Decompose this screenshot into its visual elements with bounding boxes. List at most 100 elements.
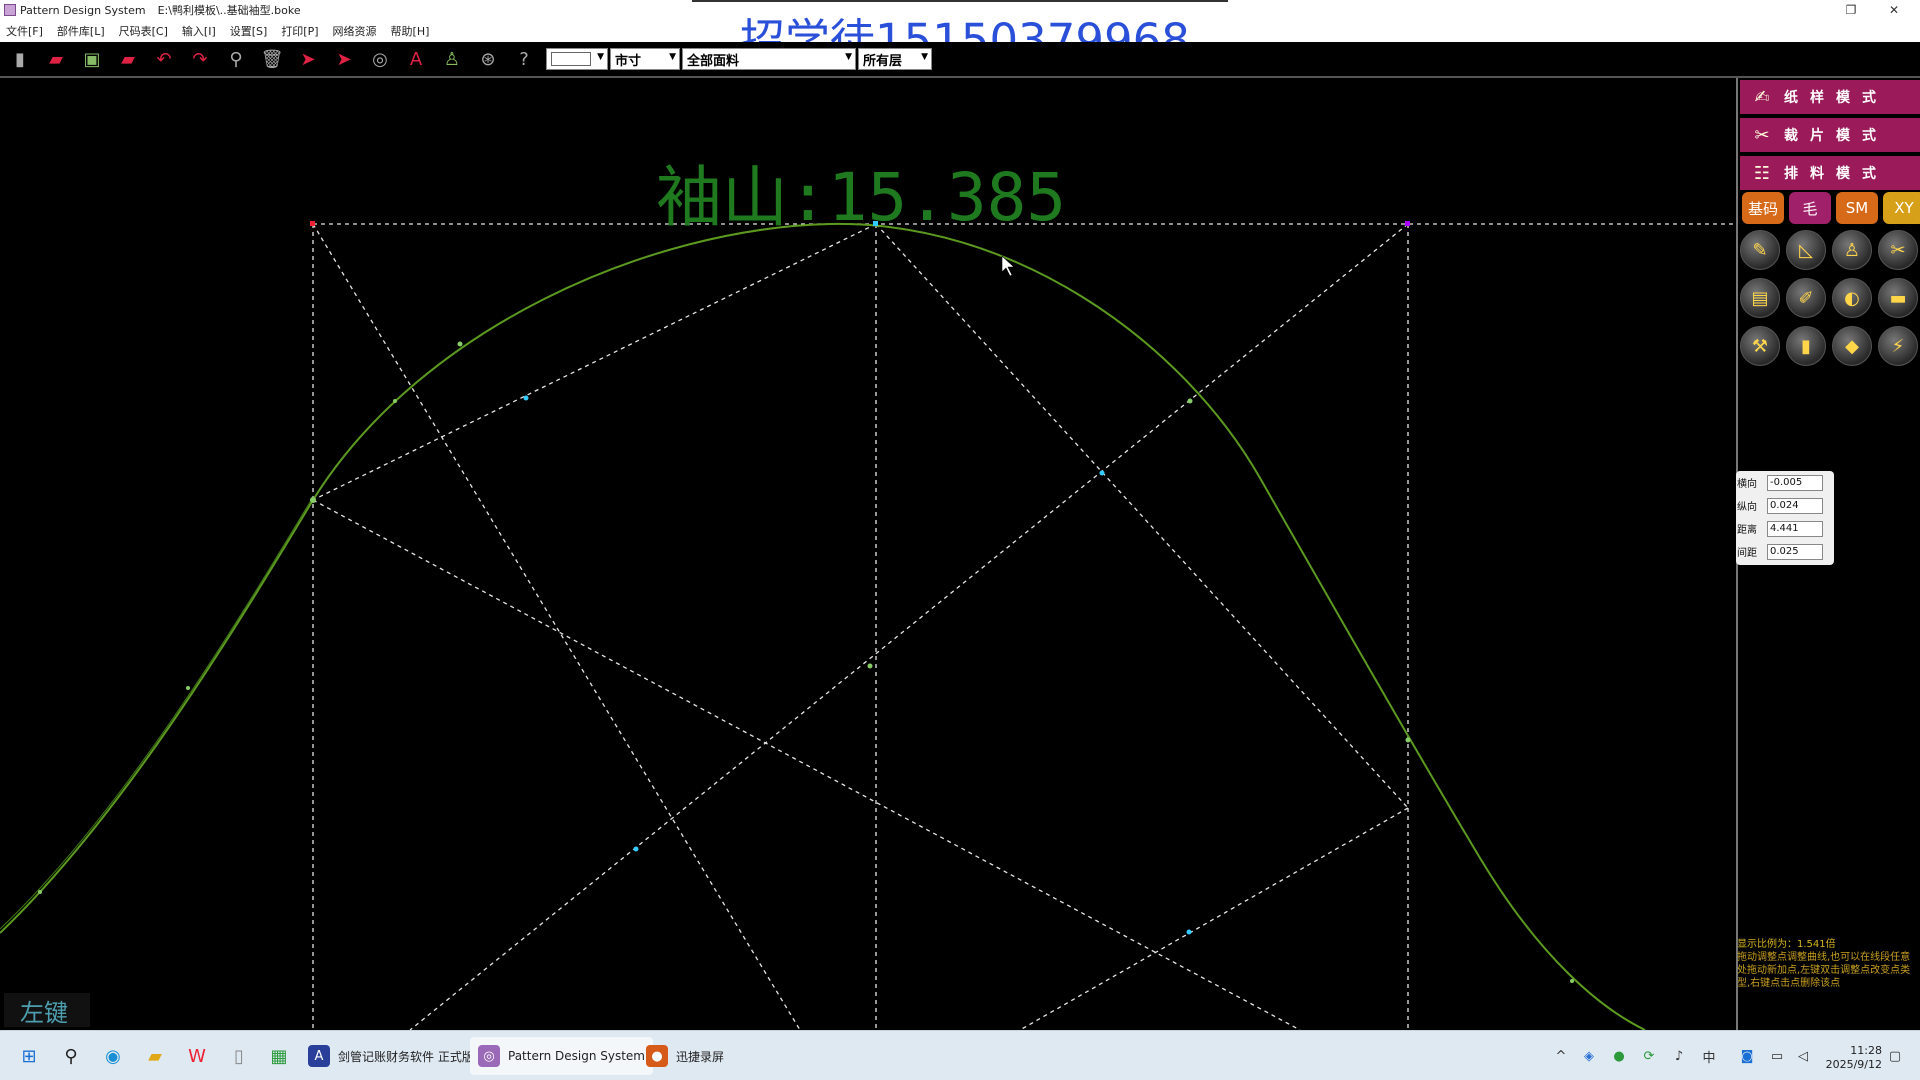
book-tool-icon[interactable]: ▤ (1740, 278, 1780, 318)
menu-input[interactable]: 输入[I] (182, 23, 216, 39)
edge-browser-icon[interactable]: ◉ (100, 1043, 126, 1069)
wps-office-icon[interactable]: W (184, 1043, 210, 1069)
brush-tool-icon[interactable]: ✐ (1786, 278, 1826, 318)
fabric-select-value: 全部面料 (687, 53, 740, 69)
control-point (867, 663, 873, 669)
menu-parts-library[interactable]: 部件库[L] (57, 23, 105, 39)
menu-network[interactable]: 网络资源 (333, 23, 377, 39)
point-arrow-icon[interactable]: ➤ (330, 45, 358, 73)
paper-pattern-mode-button[interactable]: ✍ 纸样模式 (1740, 80, 1920, 114)
spacing-input[interactable]: 0.025 (1767, 543, 1823, 560)
vertical-input[interactable]: 0.024 (1767, 497, 1823, 514)
xy-button[interactable]: XY (1883, 192, 1920, 224)
marker-mode-button[interactable]: ☷ 排料模式 (1740, 156, 1920, 190)
calculator-icon[interactable]: ▦ (266, 1043, 292, 1069)
marker-icon: ☷ (1753, 162, 1771, 184)
open-folder-icon[interactable]: ▰ (42, 45, 70, 73)
figure-tool-icon[interactable]: ♙ (1832, 230, 1872, 270)
task-app-label: 剑管记账财务软件 正式版 (338, 1049, 474, 1064)
hammer-tool-icon[interactable]: ⚒ (1740, 326, 1780, 366)
control-point (1570, 979, 1574, 983)
guide-lines (312, 223, 1735, 1030)
control-point (1405, 737, 1411, 743)
film-icon[interactable]: ⊛ (474, 45, 502, 73)
zoom-icon[interactable]: ⚲ (222, 45, 250, 73)
select-arrow-icon[interactable]: ➤ (294, 45, 322, 73)
chevron-up-icon[interactable]: ^ (1552, 1047, 1570, 1065)
new-file-icon[interactable]: ▮ (6, 45, 34, 73)
microphone-icon[interactable]: ♪ (1670, 1047, 1688, 1065)
windows-start-icon[interactable]: ⊞ (16, 1043, 42, 1069)
control-point (38, 890, 42, 894)
figure-icon[interactable]: ♙ (438, 45, 466, 73)
shield-icon[interactable]: ◈ (1580, 1047, 1598, 1065)
sm-button[interactable]: SM (1836, 192, 1878, 224)
pattern-mode-icon: ✍ (1754, 86, 1770, 108)
cut-piece-mode-button[interactable]: ✂ 裁片模式 (1740, 118, 1920, 152)
scissors-icon: ✂ (1754, 124, 1770, 146)
screen-recorder-app-button[interactable]: ● 迅捷录屏 (638, 1037, 732, 1075)
redo-icon[interactable]: ↷ (186, 45, 214, 73)
menu-help[interactable]: 帮助[H] (391, 23, 430, 39)
wand-tool-icon[interactable]: ⚡ (1878, 326, 1918, 366)
network-icon[interactable]: ▭ (1768, 1047, 1786, 1065)
sewing-tool-icon[interactable]: ▬ (1878, 278, 1918, 318)
guide-line (312, 223, 877, 501)
app-icon (4, 4, 16, 16)
delete-icon[interactable]: 🗑 (258, 45, 286, 73)
clock-time: 11:28 (1850, 1044, 1882, 1057)
sync-icon[interactable]: ⟳ (1640, 1047, 1658, 1065)
eraser-tool-icon[interactable]: ◆ (1832, 326, 1872, 366)
menu-file[interactable]: 文件[F] (6, 23, 43, 39)
control-point (633, 846, 639, 852)
save-icon[interactable]: ▣ (78, 45, 106, 73)
spacing-row: 间距 0.025 (1736, 540, 1834, 563)
horizontal-input[interactable]: -0.005 (1767, 474, 1823, 491)
magnify-icon[interactable]: ◎ (366, 45, 394, 73)
language-icon[interactable]: 中 (1700, 1047, 1718, 1066)
distance-row: 距离 4.441 (1736, 517, 1834, 540)
value-label: 距离 (1737, 525, 1757, 536)
value-label: 横向 (1737, 479, 1757, 490)
color-select[interactable]: ▼ (546, 48, 608, 70)
scissors-tool-icon[interactable]: ✂ (1878, 230, 1918, 270)
menu-print[interactable]: 打印[P] (281, 23, 318, 39)
ruler-tool-icon[interactable]: ◺ (1786, 230, 1826, 270)
app-tray-icon[interactable]: ◙ (1738, 1047, 1756, 1065)
horizontal-row: 横向 -0.005 (1736, 471, 1834, 494)
open-pattern-icon[interactable]: ▰ (114, 45, 142, 73)
volume-icon[interactable]: ◁ (1794, 1047, 1812, 1065)
layer-select[interactable]: 所有层 ▼ (858, 48, 932, 70)
notepad-icon[interactable]: ▯ (226, 1043, 252, 1069)
text-tool-icon[interactable]: A (402, 45, 430, 73)
menu-size-table[interactable]: 尺码表[C] (119, 23, 168, 39)
pattern-design-app-button[interactable]: ◎ Pattern Design System (470, 1037, 653, 1075)
tape-tool-icon[interactable]: ◐ (1832, 278, 1872, 318)
file-explorer-icon[interactable]: ▰ (142, 1043, 168, 1069)
help-icon[interactable]: ? (510, 45, 538, 73)
unit-select[interactable]: 市寸 ▼ (610, 48, 680, 70)
mao-button[interactable]: 毛 (1789, 192, 1831, 224)
left-key-indicator: 左键 (4, 993, 90, 1027)
base-size-button[interactable]: 基码 (1742, 192, 1784, 224)
value-label: 间距 (1737, 548, 1757, 559)
notification-icon[interactable]: ▢ (1886, 1047, 1904, 1065)
task-app-label: 迅捷录屏 (676, 1049, 725, 1064)
size-buttons-row: 基码 毛 SM XY (1742, 192, 1920, 224)
undo-icon[interactable]: ↶ (150, 45, 178, 73)
system-clock[interactable]: 11:28 2025/9/12 (1822, 1044, 1882, 1072)
fabric-select[interactable]: 全部面料 ▼ (682, 48, 856, 70)
bottle-tool-icon[interactable]: ▮ (1786, 326, 1826, 366)
drawing-canvas[interactable]: 袖山:15.385 左键 (0, 78, 1735, 1030)
chevron-down-icon: ▼ (669, 52, 676, 62)
accounting-app-button[interactable]: A 剑管记账财务软件 正式版 (300, 1037, 482, 1075)
toolbar: ▮ ▰ ▣ ▰ ↶ ↷ ⚲ 🗑 ➤ ➤ ◎ A ♙ ⊛ ? ▼ 市寸 ▼ 全部面… (0, 42, 1920, 78)
close-window-button[interactable]: ✕ (1874, 0, 1914, 20)
distance-input[interactable]: 4.441 (1767, 520, 1823, 537)
restore-window-button[interactable]: ❐ (1831, 0, 1871, 20)
control-points (38, 221, 1574, 983)
menu-settings[interactable]: 设置[S] (230, 23, 268, 39)
pencil-tool-icon[interactable]: ✎ (1740, 230, 1780, 270)
wechat-icon[interactable]: ● (1610, 1047, 1628, 1065)
search-icon[interactable]: ⚲ (58, 1043, 84, 1069)
